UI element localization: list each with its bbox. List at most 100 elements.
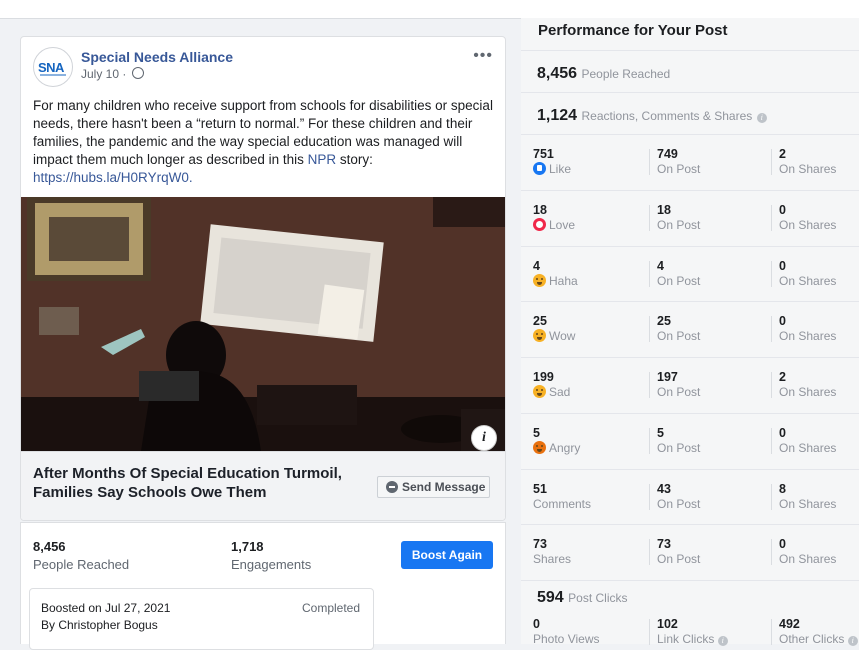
on-shares-value: 0 — [779, 537, 786, 552]
more-options-icon[interactable]: ••• — [473, 47, 493, 65]
column-divider — [649, 483, 650, 510]
column-divider — [649, 372, 650, 398]
boost-card[interactable]: Boosted on Jul 27, 2021 By Christopher B… — [29, 588, 374, 650]
boost-history: Boosted on Jul 27, 2021 By Christopher B… — [20, 582, 506, 650]
send-message-button[interactable]: Send Message — [377, 476, 490, 498]
on-shares-value: 0 — [779, 202, 786, 217]
on-shares-label: On Shares — [779, 496, 837, 511]
people-reached-row: 8,456 People Reached — [521, 50, 859, 93]
on-shares-cell: 0 On Shares — [779, 426, 836, 456]
avatar-logo-underline — [40, 74, 66, 76]
reaction-label: Sad — [533, 385, 570, 400]
on-post-label: On Post — [657, 440, 701, 455]
face-eyes — [536, 389, 538, 391]
engagements-value: 1,718 — [231, 539, 264, 554]
total-value: 199 — [533, 370, 554, 384]
angry-icon — [533, 440, 546, 454]
column-divider — [649, 427, 650, 454]
total-cell: 5 Angry — [533, 426, 580, 456]
on-shares-label: On Shares — [779, 273, 837, 288]
post-photo[interactable]: i — [21, 197, 505, 451]
avatar[interactable]: SNA — [33, 47, 73, 87]
reaction-row-sad: 199 Sad 197 On Post 2 On Shares — [521, 357, 859, 414]
post-text: For many children who receive support fr… — [33, 97, 495, 187]
on-shares-cell: 2 On Shares — [779, 370, 836, 400]
total-value: 4 — [533, 258, 540, 273]
on-shares-label: On Shares — [779, 329, 837, 344]
post-date-text: July 10 · — [81, 67, 130, 81]
reactions-total-label: Reactions, Comments & Shares — [581, 109, 753, 123]
sad-icon — [533, 385, 546, 398]
link-title[interactable]: After Months Of Special Education Turmoi… — [33, 464, 363, 502]
reaction-label: Like — [533, 162, 571, 177]
top-bar — [0, 0, 859, 19]
on-post-label: On Post — [657, 217, 701, 232]
on-post-cell: 25 On Post — [657, 314, 700, 344]
other-clicks-value: 492 — [779, 617, 800, 631]
on-post-cell: 749 On Post — [657, 147, 700, 177]
on-post-value: 197 — [657, 370, 678, 384]
npr-link[interactable]: NPR — [308, 152, 337, 167]
on-shares-value: 0 — [779, 425, 786, 440]
people-reached-label: People Reached — [33, 557, 130, 572]
total-value: 25 — [533, 314, 547, 329]
on-post-value: 5 — [657, 425, 664, 440]
link-clicks-label: Link Clicks i — [657, 632, 728, 647]
reaction-row-wow: 25 Wow 25 On Post 0 On Shares — [521, 301, 859, 358]
reached-label: People Reached — [581, 67, 671, 81]
face-mouth — [537, 337, 542, 341]
post-card: SNA Special Needs Alliance July 10 · •••… — [20, 36, 506, 521]
on-post-value: 18 — [657, 202, 671, 217]
reaction-label: Haha — [533, 273, 578, 289]
boosted-by-text: By Christopher Bogus — [41, 618, 158, 632]
post-text-main: For many children who receive support fr… — [33, 98, 493, 167]
on-post-label: On Post — [657, 496, 701, 511]
page-name-link[interactable]: Special Needs Alliance — [81, 49, 233, 65]
reached-value: 8,456 — [537, 65, 578, 82]
engagements-label: Engagements — [231, 557, 312, 572]
on-post-cell: 4 On Post — [657, 259, 700, 289]
reaction-label-text: Love — [549, 217, 576, 232]
performance-panel: Performance for Your Post 8,456 People R… — [521, 18, 859, 647]
wow-icon — [533, 329, 546, 343]
column-divider — [771, 539, 772, 566]
photo-views-cell: 0 Photo Views — [533, 617, 600, 647]
post-clicks-value: 594 — [537, 589, 564, 606]
column-divider — [771, 483, 772, 510]
total-cell: 18 Love — [533, 203, 575, 233]
face-eyes — [536, 444, 538, 447]
column-divider — [649, 149, 650, 175]
face-mouth — [537, 281, 542, 285]
reactions-total-row: 1,124 Reactions, Comments & Shares i — [521, 92, 859, 135]
other-clicks-label: Other Clicks i — [779, 632, 858, 647]
love-icon — [533, 217, 546, 231]
status-badge: Completed — [302, 601, 361, 615]
on-shares-cell: 0 On Shares — [779, 203, 836, 233]
short-url-link[interactable]: https://hubs.la/H0RYrqW0. — [33, 170, 193, 185]
total-cell: 73 Shares — [533, 537, 571, 567]
info-icon[interactable]: i — [847, 636, 858, 646]
post-text-story: story: — [336, 152, 373, 167]
on-post-label: On Post — [657, 162, 701, 176]
info-icon[interactable]: i — [471, 425, 497, 451]
info-icon[interactable]: i — [717, 636, 728, 646]
on-post-cell: 73 On Post — [657, 537, 700, 567]
on-shares-value: 2 — [779, 370, 786, 384]
reaction-row-shares: 73 Shares 73 On Post 0 On Shares — [521, 524, 859, 581]
total-value: 5 — [533, 425, 540, 440]
post-header: SNA Special Needs Alliance July 10 · ••• — [33, 47, 493, 87]
column-divider — [649, 260, 650, 287]
info-icon[interactable]: i — [756, 113, 767, 123]
reaction-row-like: 751 Like 749 On Post 2 On Shares — [521, 134, 859, 191]
post-date[interactable]: July 10 · — [81, 67, 144, 81]
total-cell: 25 Wow — [533, 314, 575, 344]
on-shares-label: On Shares — [779, 385, 837, 399]
reaction-label: Love — [533, 217, 576, 233]
boost-summary: 8,456 People Reached 1,718 Engagements B… — [20, 522, 506, 583]
boost-again-button[interactable]: Boost Again — [401, 541, 493, 569]
reaction-label-text: Sad — [549, 385, 571, 399]
link-preview[interactable]: After Months Of Special Education Turmoi… — [21, 451, 505, 520]
on-shares-cell: 0 On Shares — [779, 259, 836, 289]
performance-title: Performance for Your Post — [538, 22, 728, 39]
reaction-label-text: Shares — [533, 552, 572, 567]
